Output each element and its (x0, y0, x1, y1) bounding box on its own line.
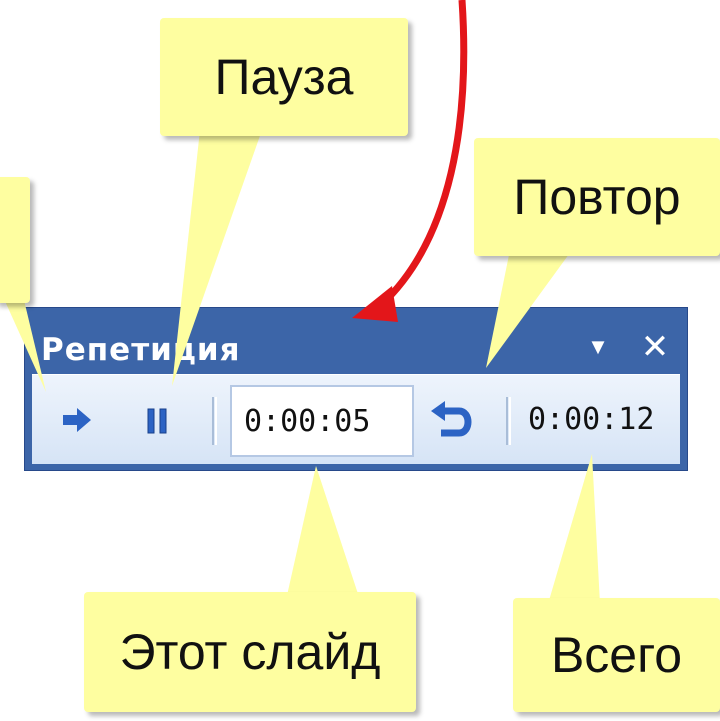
this-slide-callout-tail (286, 466, 360, 600)
total-callout-tail (548, 454, 600, 604)
this-slide-callout: Этот слайд (84, 592, 416, 712)
repeat-callout-tail (486, 250, 572, 368)
pause-callout-tail (172, 130, 262, 386)
total-callout: Всего (513, 598, 720, 712)
repeat-callout: Повтор (474, 138, 720, 256)
pause-callout: Пауза (160, 18, 408, 136)
next-callout-tail (0, 290, 46, 392)
next-slide-callout (0, 177, 30, 303)
red-arrow-head (352, 286, 398, 322)
